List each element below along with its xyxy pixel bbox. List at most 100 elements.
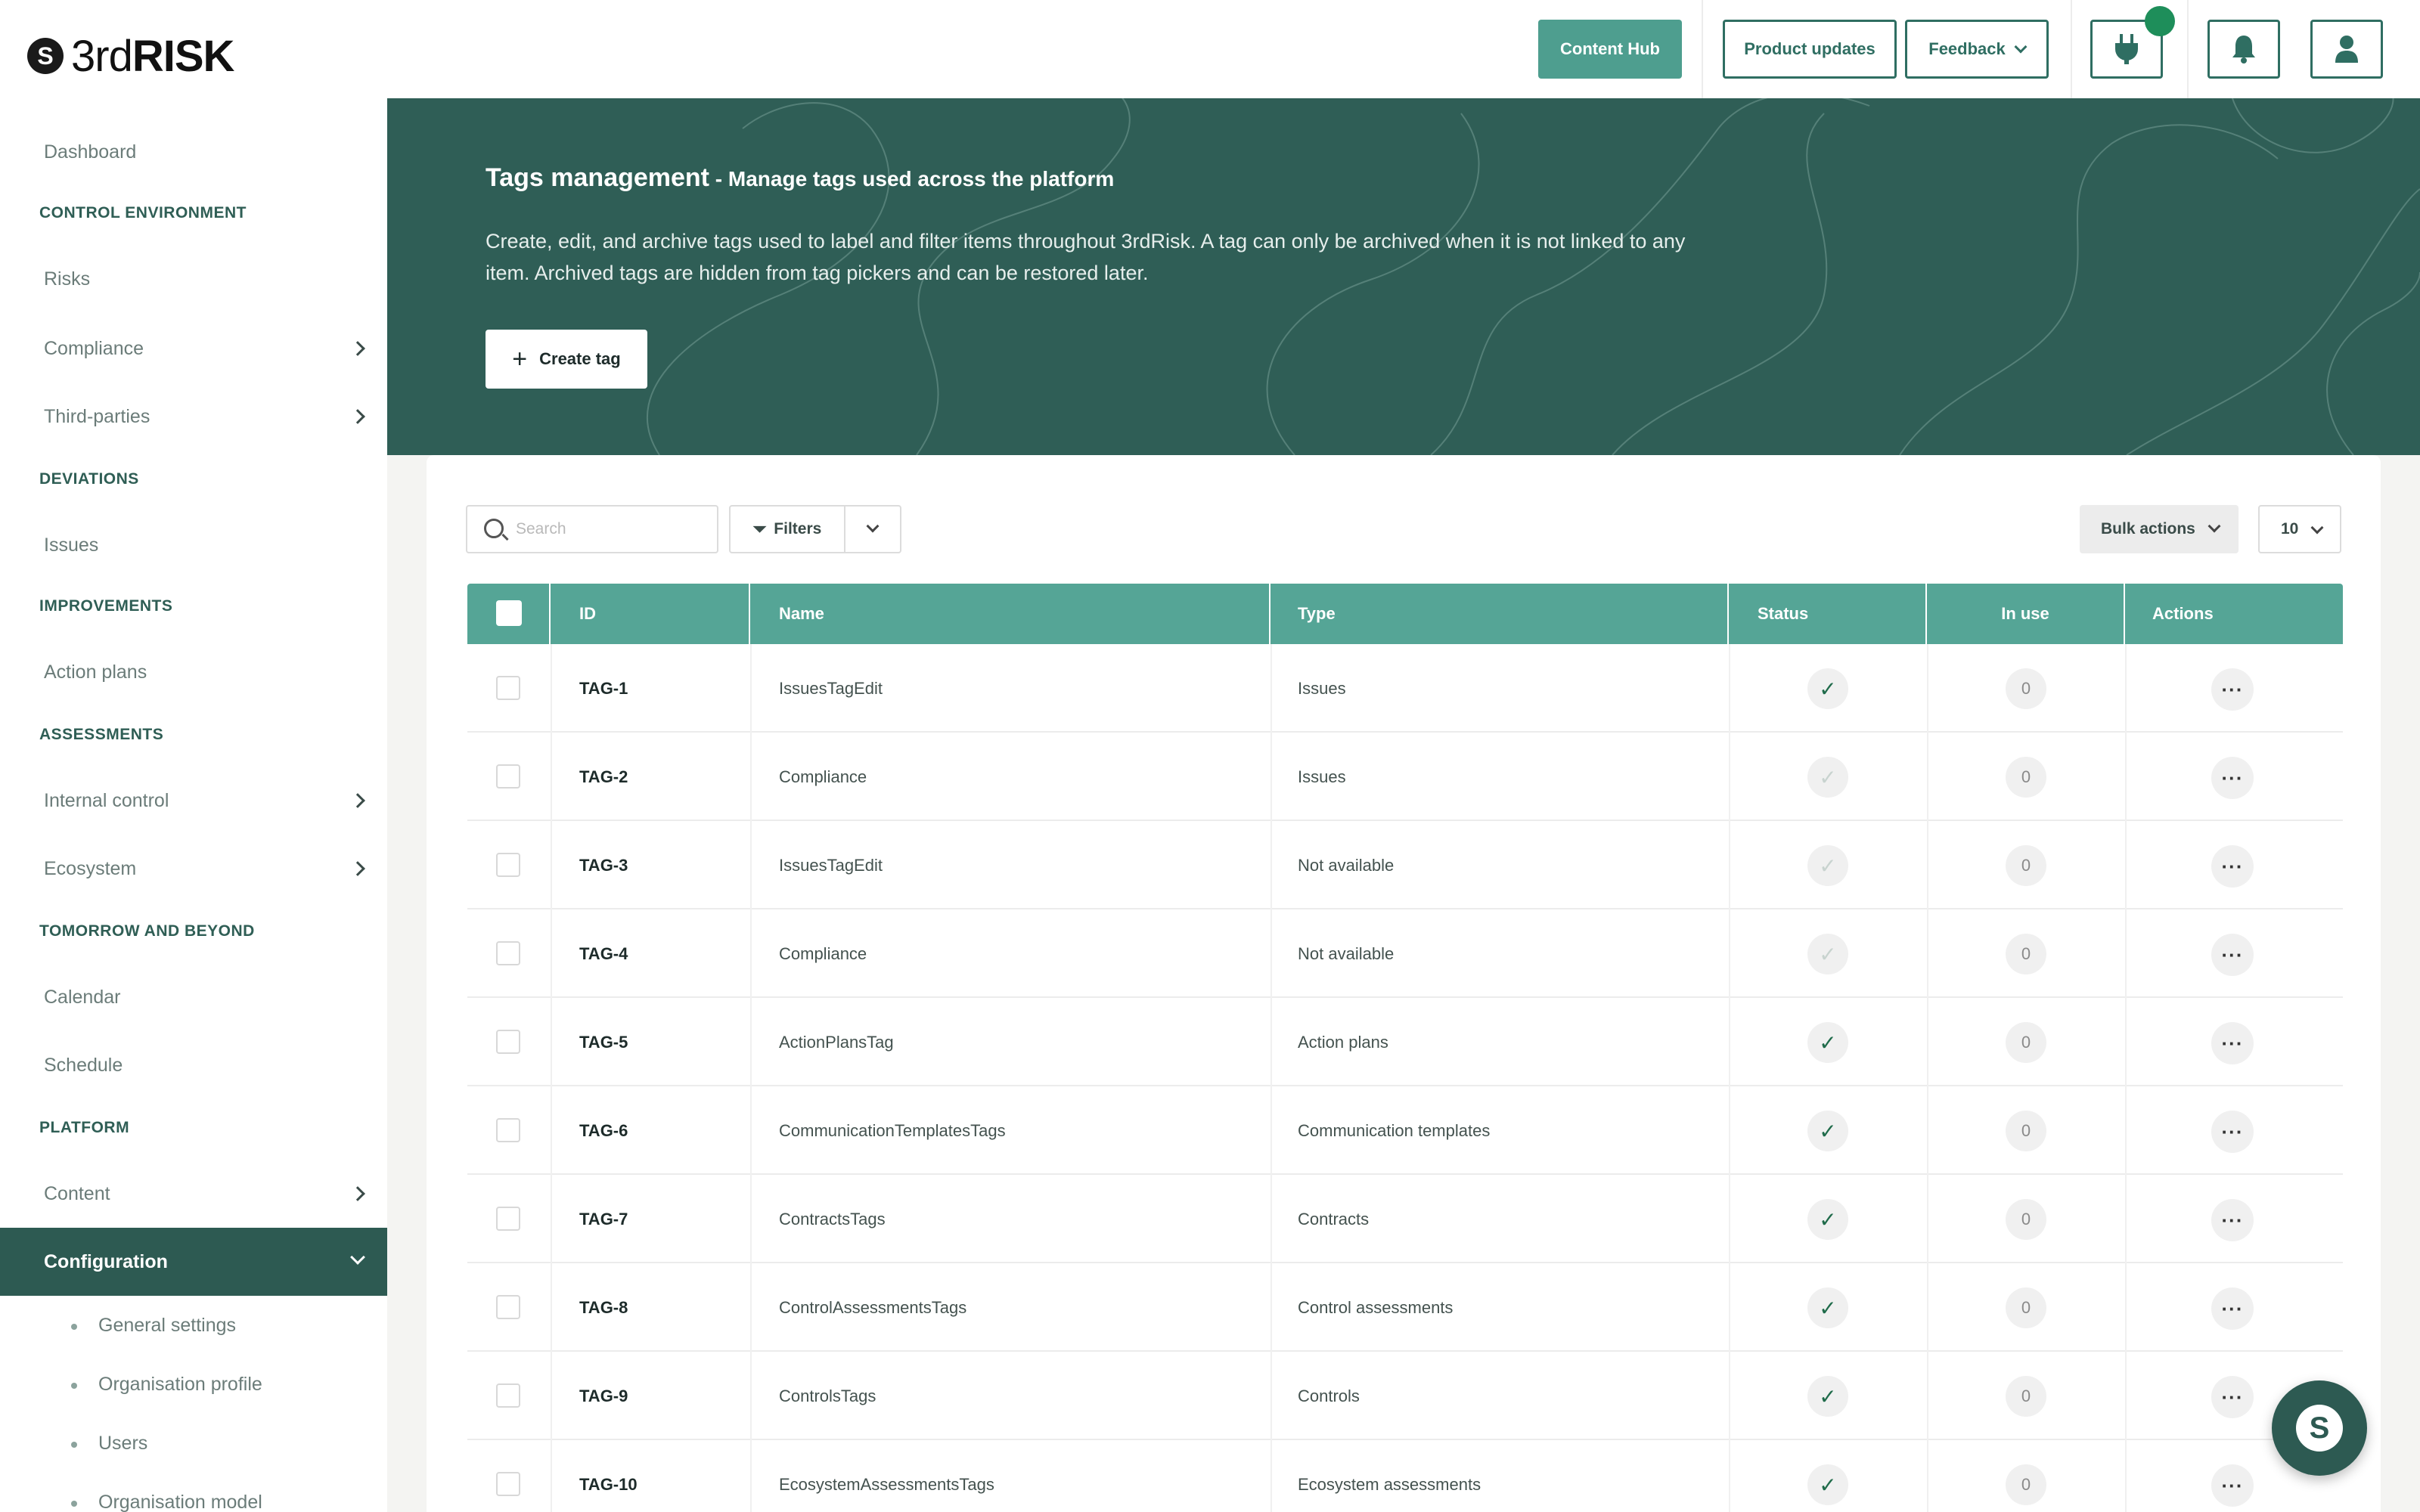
- filters-dropdown-toggle[interactable]: [844, 505, 901, 553]
- sidebar-item-internal-control[interactable]: Internal control: [0, 767, 387, 835]
- column-divider: [750, 1440, 752, 1512]
- create-tag-button[interactable]: + Create tag: [486, 330, 647, 389]
- notifications-button[interactable]: [2207, 20, 2280, 79]
- select-all-checkbox[interactable]: [496, 600, 522, 626]
- more-actions-icon[interactable]: ···: [2211, 1464, 2254, 1507]
- chat-support-button[interactable]: S: [2272, 1380, 2367, 1476]
- table-row[interactable]: TAG-6 CommunicationTemplatesTags Communica…: [467, 1086, 2343, 1175]
- more-actions-icon[interactable]: ···: [2211, 1199, 2254, 1241]
- column-header-id[interactable]: ID: [551, 584, 750, 644]
- chat-icon: S: [2296, 1405, 2343, 1452]
- table-row[interactable]: TAG-1 IssuesTagEdit Issues ✓ 0 ···: [467, 644, 2343, 733]
- column-divider: [750, 1352, 752, 1440]
- row-checkbox[interactable]: [496, 676, 520, 700]
- table-row[interactable]: TAG-7 ContractsTags Contracts ✓ 0 ···: [467, 1175, 2343, 1263]
- tag-name: IssuesTagEdit: [779, 678, 883, 698]
- sidebar-item-label: Internal control: [44, 789, 169, 811]
- logo-mark-icon: S: [27, 38, 64, 74]
- sidebar-item-configuration[interactable]: Configuration: [0, 1228, 387, 1296]
- table-row[interactable]: TAG-4 Compliance Not available ✓ 0 ···: [467, 909, 2343, 998]
- sidebar-item-label: Dashboard: [44, 141, 137, 163]
- column-divider: [1270, 909, 1272, 998]
- row-checkbox[interactable]: [496, 853, 520, 877]
- row-checkbox[interactable]: [496, 1030, 520, 1054]
- tag-id: TAG-8: [579, 1297, 628, 1317]
- select-all-column: [467, 584, 551, 644]
- chevron-down-icon: [866, 519, 880, 533]
- row-checkbox[interactable]: [496, 1472, 520, 1496]
- column-divider: [1927, 998, 1928, 1086]
- column-header-in-use[interactable]: In use: [1927, 584, 2125, 644]
- row-checkbox[interactable]: [496, 1118, 520, 1142]
- chevron-down-icon: [2310, 521, 2324, 534]
- row-checkbox[interactable]: [496, 941, 520, 965]
- bulk-actions-dropdown[interactable]: Bulk actions: [2080, 505, 2238, 553]
- tag-type: Ecosystem assessments: [1298, 1474, 1481, 1494]
- row-checkbox[interactable]: [496, 1383, 520, 1408]
- column-divider: [551, 1175, 552, 1263]
- table-row[interactable]: TAG-5 ActionPlansTag Action plans ✓ 0 ···: [467, 998, 2343, 1086]
- tag-type: Contracts: [1298, 1209, 1370, 1228]
- sidebar-item-content[interactable]: Content: [0, 1160, 387, 1228]
- sidebar-subitem-users[interactable]: Users: [0, 1417, 387, 1470]
- table-row[interactable]: TAG-3 IssuesTagEdit Not available ✓ 0 ···: [467, 821, 2343, 909]
- more-actions-icon[interactable]: ···: [2211, 1376, 2254, 1418]
- sidebar-subitem-organisation-model[interactable]: Organisation model: [0, 1476, 387, 1512]
- sidebar-item-dashboard[interactable]: Dashboard: [0, 118, 387, 186]
- chevron-right-icon: [350, 341, 365, 356]
- more-actions-icon[interactable]: ···: [2211, 757, 2254, 799]
- column-divider: [1927, 1175, 1928, 1263]
- column-divider: [551, 998, 552, 1086]
- row-checkbox[interactable]: [496, 1295, 520, 1319]
- sidebar-item-calendar[interactable]: Calendar: [0, 963, 387, 1031]
- sidebar: Dashboard CONTROL ENVIRONMENT Risks Comp…: [0, 98, 387, 1512]
- more-actions-icon[interactable]: ···: [2211, 668, 2254, 711]
- column-divider: [2125, 644, 2127, 733]
- sidebar-item-ecosystem[interactable]: Ecosystem: [0, 835, 387, 903]
- tag-id: TAG-7: [579, 1209, 628, 1228]
- content-hub-button[interactable]: Content Hub: [1538, 20, 1682, 79]
- sidebar-item-action-plans[interactable]: Action plans: [0, 638, 387, 706]
- column-divider: [1270, 1440, 1272, 1512]
- more-actions-icon[interactable]: ···: [2211, 934, 2254, 976]
- sidebar-item-schedule[interactable]: Schedule: [0, 1031, 387, 1099]
- column-header-status[interactable]: Status: [1729, 584, 1927, 644]
- table-row[interactable]: TAG-10 EcosystemAssessmentsTags Ecosystem …: [467, 1440, 2343, 1512]
- column-divider: [1729, 1263, 1730, 1352]
- topbar-divider: [1702, 0, 1703, 98]
- sidebar-subitem-organisation-profile[interactable]: Organisation profile: [0, 1358, 387, 1411]
- table-row[interactable]: TAG-9 ControlsTags Controls ✓ 0 ···: [467, 1352, 2343, 1440]
- sidebar-item-issues[interactable]: Issues: [0, 511, 387, 579]
- sidebar-item-risks[interactable]: Risks: [0, 245, 387, 313]
- feedback-button[interactable]: Feedback: [1905, 20, 2049, 79]
- tag-id: TAG-10: [579, 1474, 638, 1494]
- column-divider: [1270, 644, 1272, 733]
- search-input[interactable]: Search: [466, 505, 718, 553]
- column-divider: [1927, 1263, 1928, 1352]
- product-updates-button[interactable]: Product updates: [1723, 20, 1897, 79]
- tag-id: TAG-9: [579, 1386, 628, 1405]
- tag-name: ControlAssessmentsTags: [779, 1297, 967, 1317]
- row-checkbox[interactable]: [496, 764, 520, 789]
- table-row[interactable]: TAG-8 ControlAssessmentsTags Control asses…: [467, 1263, 2343, 1352]
- sidebar-subitem-label: Organisation profile: [98, 1373, 262, 1395]
- column-header-type[interactable]: Type: [1270, 584, 1729, 644]
- page-size-select[interactable]: 10: [2258, 505, 2341, 553]
- more-actions-icon[interactable]: ···: [2211, 1111, 2254, 1153]
- sidebar-item-compliance[interactable]: Compliance: [0, 314, 387, 383]
- sidebar-subitem-general-settings[interactable]: General settings: [0, 1299, 387, 1352]
- filters-button[interactable]: ⏷ Filters: [729, 505, 845, 553]
- column-header-name[interactable]: Name: [750, 584, 1270, 644]
- row-checkbox[interactable]: [496, 1207, 520, 1231]
- section-platform: PLATFORM: [39, 1119, 130, 1136]
- column-divider: [551, 821, 552, 909]
- column-divider: [1729, 909, 1730, 998]
- more-actions-icon[interactable]: ···: [2211, 1287, 2254, 1330]
- logo[interactable]: S 3rdRISK: [27, 32, 234, 81]
- more-actions-icon[interactable]: ···: [2211, 845, 2254, 888]
- sidebar-item-third-parties[interactable]: Third-parties: [0, 383, 387, 451]
- more-actions-icon[interactable]: ···: [2211, 1022, 2254, 1064]
- user-menu-button[interactable]: [2310, 20, 2383, 79]
- column-divider: [551, 909, 552, 998]
- table-row[interactable]: TAG-2 Compliance Issues ✓ 0 ···: [467, 733, 2343, 821]
